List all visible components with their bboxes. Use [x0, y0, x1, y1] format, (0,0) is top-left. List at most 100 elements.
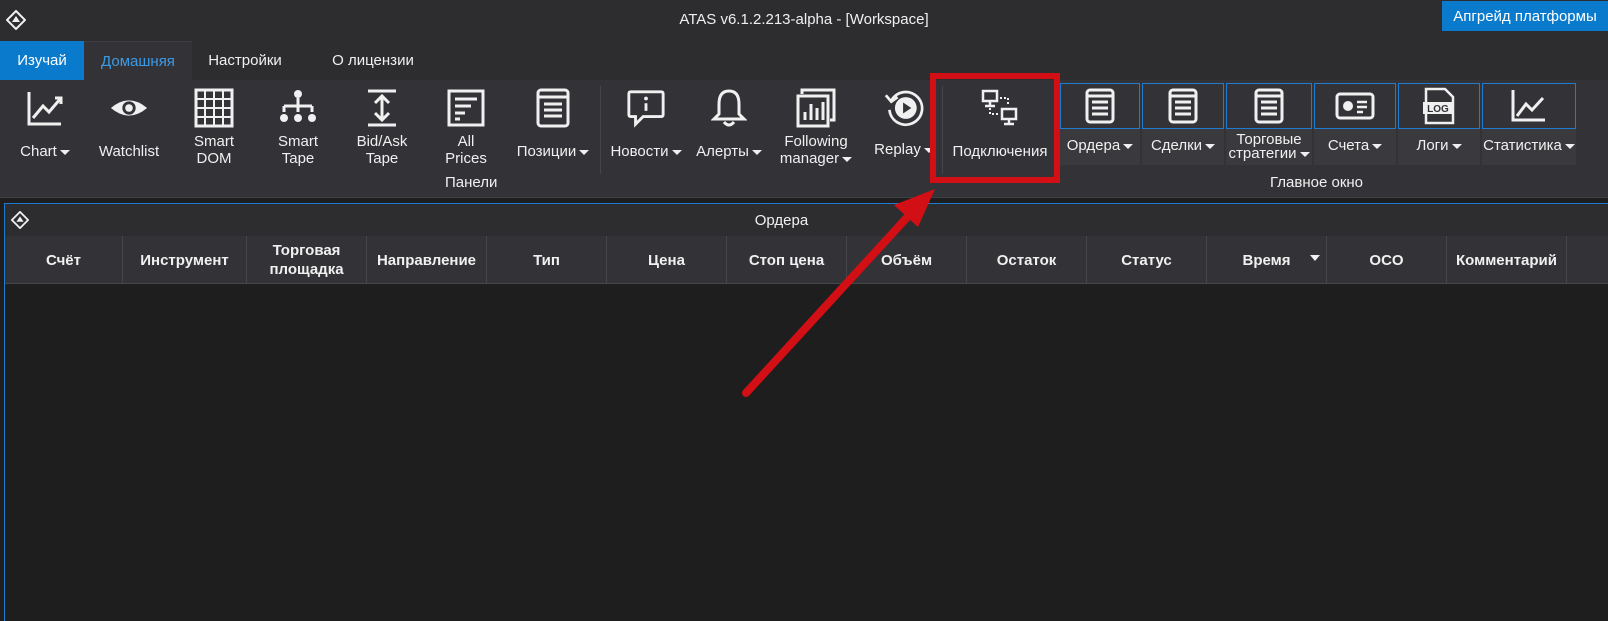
watchlist-button[interactable]: Watchlist	[92, 80, 166, 180]
column-header-price[interactable]: Цена	[607, 236, 727, 284]
positions-label: Позиции	[516, 143, 577, 160]
bid-ask-tape-button[interactable]: Bid/Ask Tape	[346, 80, 418, 180]
following-label-line2: manager	[779, 150, 840, 167]
eye-icon	[109, 88, 149, 128]
bid-ask-label-line1: Bid/Ask	[356, 133, 408, 150]
column-header-time[interactable]: Время	[1207, 236, 1327, 284]
chevron-down-icon	[1372, 143, 1383, 149]
tab-learn[interactable]: Изучай	[0, 41, 84, 80]
statistics-window-button[interactable]: Статистика	[1482, 83, 1576, 165]
grid-table-icon	[194, 88, 234, 128]
column-header-oco[interactable]: OCO	[1327, 236, 1447, 284]
chevron-down-icon	[59, 149, 70, 155]
trades-document-icon	[1142, 83, 1224, 129]
logs-label: Логи	[1416, 137, 1449, 154]
column-header-status[interactable]: Статус	[1087, 236, 1207, 284]
connections-button[interactable]: Подключения	[944, 80, 1056, 180]
alerts-button[interactable]: Алерты	[692, 80, 766, 180]
window-title: ATAS v6.1.2.213-alpha - [Workspace]	[679, 11, 929, 28]
speech-bubble-info-icon	[626, 88, 666, 128]
strategies-label-line2: стратегии	[1228, 145, 1297, 162]
ribbon-separator	[942, 86, 943, 174]
ribbon-separator	[1054, 86, 1055, 174]
trades-label: Сделки	[1150, 137, 1203, 154]
following-manager-button[interactable]: Following manager	[770, 80, 862, 180]
chart-button[interactable]: Chart	[12, 80, 78, 180]
column-header-stop-price[interactable]: Стоп цена	[727, 236, 847, 284]
orders-label: Ордера	[1066, 137, 1121, 154]
column-header-direction[interactable]: Направление	[367, 236, 487, 284]
logs-window-button[interactable]: LOG Логи	[1398, 83, 1480, 165]
alerts-label: Алерты	[696, 143, 749, 160]
smart-tape-label-line2: Tape	[281, 150, 315, 167]
replay-button[interactable]: Replay	[864, 80, 944, 180]
positions-button[interactable]: Позиции	[512, 80, 594, 180]
news-button[interactable]: Новости	[606, 80, 686, 180]
replay-label: Replay	[874, 141, 921, 158]
chart-label: Chart	[20, 143, 57, 160]
smart-tape-button[interactable]: Smart Tape	[262, 80, 334, 180]
trades-window-button[interactable]: Сделки	[1142, 83, 1224, 165]
chevron-down-icon	[1205, 143, 1216, 149]
column-header-comment[interactable]: Комментарий	[1447, 236, 1567, 284]
bell-icon	[709, 88, 749, 128]
orders-grid-header: Счёт Инструмент Торговая площадка Направ…	[5, 236, 1608, 284]
vertical-arrows-icon	[362, 88, 402, 128]
all-prices-label-line2: Prices	[445, 150, 487, 167]
title-bar: ATAS v6.1.2.213-alpha - [Workspace] Апгр…	[0, 0, 1608, 40]
chevron-down-icon	[671, 149, 682, 155]
line-chart-icon	[25, 88, 65, 128]
chevron-down-icon	[1123, 143, 1134, 149]
all-prices-button[interactable]: All Prices	[430, 80, 502, 180]
document-lines-icon	[533, 88, 573, 128]
bid-ask-label-line2: Tape	[365, 150, 399, 167]
hierarchy-icon	[278, 88, 318, 128]
column-header-exchange[interactable]: Торговая площадка	[247, 236, 367, 284]
chevron-down-icon	[842, 156, 853, 162]
smart-dom-label-line1: Smart	[193, 133, 234, 150]
chevron-down-icon	[1451, 143, 1462, 149]
upgrade-platform-button[interactable]: Апгрейд платформы	[1442, 1, 1608, 31]
statistics-chart-icon	[1482, 83, 1576, 129]
news-label: Новости	[610, 143, 669, 160]
sort-descending-icon	[1310, 255, 1320, 261]
trading-strategies-window-button[interactable]: Торговые стратегии	[1226, 83, 1312, 165]
all-prices-label-line1: All	[457, 133, 475, 150]
column-header-account[interactable]: Счёт	[5, 236, 123, 284]
panels-group-label: Панели	[445, 174, 498, 191]
chevron-down-icon	[579, 149, 590, 155]
network-connections-icon	[980, 88, 1020, 128]
ribbon-separator	[600, 86, 601, 174]
orders-panel-title: Ордера	[754, 212, 809, 229]
smart-dom-button[interactable]: Smart DOM	[178, 80, 250, 180]
accounts-window-button[interactable]: Счета	[1314, 83, 1396, 165]
connections-label: Подключения	[952, 143, 1048, 160]
tab-home[interactable]: Домашняя	[84, 41, 192, 80]
column-header-instrument[interactable]: Инструмент	[123, 236, 247, 284]
column-header-type[interactable]: Тип	[487, 236, 607, 284]
following-label-line1: Following	[784, 133, 848, 150]
chevron-down-icon	[1299, 151, 1310, 157]
orders-document-icon	[1060, 83, 1140, 129]
chevron-down-icon	[1564, 143, 1575, 149]
replay-icon	[884, 88, 924, 128]
log-icon-text: LOG	[1427, 104, 1449, 115]
ribbon-tab-bar: Изучай Домашняя Настройки О лицензии	[0, 40, 1608, 80]
tab-settings[interactable]: Настройки	[198, 41, 292, 80]
statistics-label: Статистика	[1483, 137, 1562, 154]
orders-panel-header: Ордера	[5, 204, 1608, 236]
strategies-document-icon	[1226, 83, 1312, 129]
column-header-volume[interactable]: Объём	[847, 236, 967, 284]
accounts-card-icon	[1314, 83, 1396, 129]
column-header-remaining[interactable]: Остаток	[967, 236, 1087, 284]
log-file-icon: LOG	[1398, 83, 1480, 129]
orders-panel: Ордера Счёт Инструмент Торговая площадка…	[4, 203, 1608, 621]
orders-window-button[interactable]: Ордера	[1060, 83, 1140, 165]
orders-grid-body	[5, 285, 1608, 621]
watchlist-label: Watchlist	[98, 143, 160, 160]
price-list-icon	[446, 88, 486, 128]
tab-license[interactable]: О лицензии	[308, 41, 438, 80]
accounts-label: Счета	[1327, 137, 1370, 154]
bar-chart-window-icon	[796, 88, 836, 128]
smart-tape-label-line1: Smart	[277, 133, 318, 150]
